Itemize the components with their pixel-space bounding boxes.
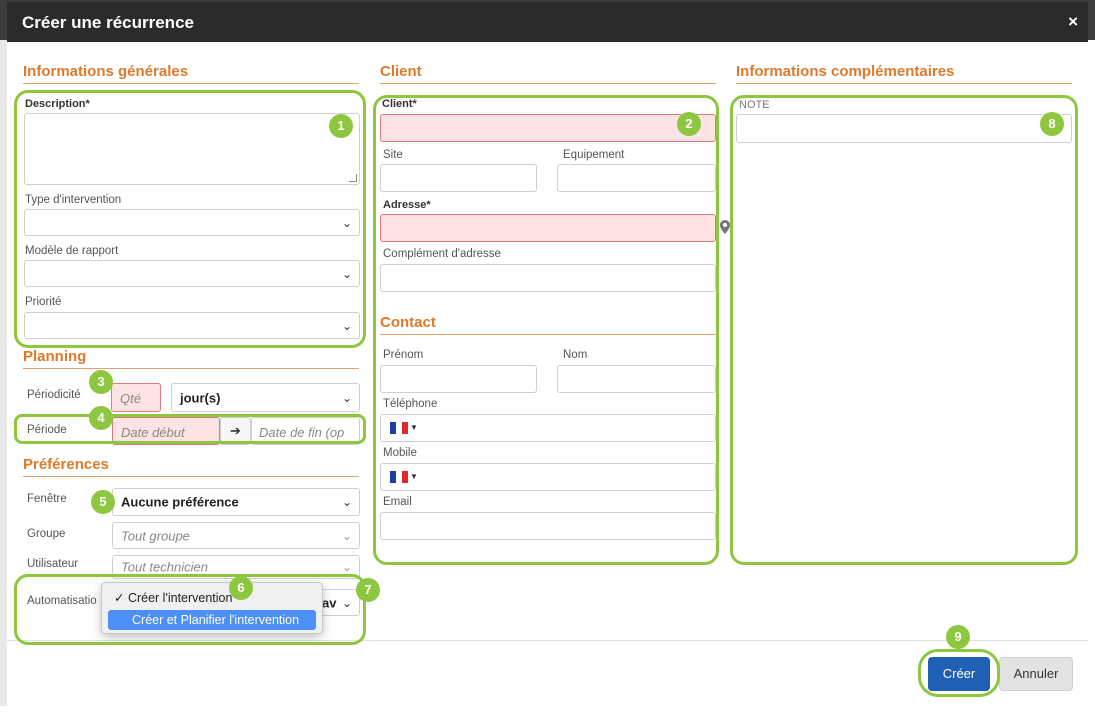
annotation-outline-automation (14, 574, 366, 645)
modal-header: Créer une récurrence × (7, 2, 1088, 42)
callout-8: 8 (1040, 112, 1064, 136)
annotation-outline-period (14, 414, 366, 444)
annotation-outline-extra (730, 95, 1078, 565)
cancel-button[interactable]: Annuler (999, 657, 1073, 691)
callout-5: 5 (91, 490, 115, 514)
section-preferences-title: Préférences (23, 456, 109, 473)
window-label: Fenêtre (27, 493, 67, 505)
user-placeholder: Tout technicien (121, 559, 208, 575)
chevron-down-icon: ⌄ (341, 560, 352, 574)
group-label: Groupe (27, 528, 66, 540)
section-extra-title: Informations complémentaires (736, 63, 955, 80)
periodicity-label: Périodicité (27, 389, 81, 401)
close-icon[interactable]: × (1068, 12, 1078, 32)
group-placeholder: Tout groupe (121, 528, 190, 543)
section-planning-title: Planning (23, 348, 87, 365)
window-select[interactable]: Aucune préférence ⌄ (112, 488, 360, 516)
callout-2: 2 (677, 112, 701, 136)
background-app-table (0, 706, 1095, 715)
chevron-down-icon: ⌄ (341, 528, 352, 543)
quantity-input[interactable]: Qté (111, 383, 161, 412)
section-general-title: Informations générales (23, 63, 189, 80)
annotation-outline-client (373, 95, 719, 565)
callout-1: 1 (329, 114, 353, 138)
divider (23, 368, 359, 369)
callout-9: 9 (946, 625, 970, 649)
callout-4: 4 (89, 406, 113, 430)
divider (736, 83, 1072, 84)
period-unit-value: jour(s) (180, 390, 221, 405)
divider (380, 83, 716, 84)
chevron-down-icon: ⌄ (341, 390, 352, 405)
user-label: Utilisateur (27, 558, 79, 570)
quantity-placeholder: Qté (120, 391, 141, 406)
annotation-outline-create (918, 649, 1000, 697)
chevron-down-icon: ⌄ (341, 495, 352, 509)
divider (23, 83, 359, 84)
divider (23, 476, 359, 477)
callout-3: 3 (89, 370, 113, 394)
section-client-title: Client (380, 63, 422, 80)
callout-7: 7 (356, 578, 380, 602)
modal-title: Créer une récurrence (22, 13, 194, 32)
group-select[interactable]: Tout groupe ⌄ (112, 522, 360, 549)
window-value: Aucune préférence (121, 494, 239, 510)
annotation-outline-general (14, 90, 366, 348)
period-unit-select[interactable]: jour(s) ⌄ (171, 383, 360, 412)
map-pin-icon[interactable] (720, 220, 730, 234)
callout-6: 6 (229, 576, 253, 600)
